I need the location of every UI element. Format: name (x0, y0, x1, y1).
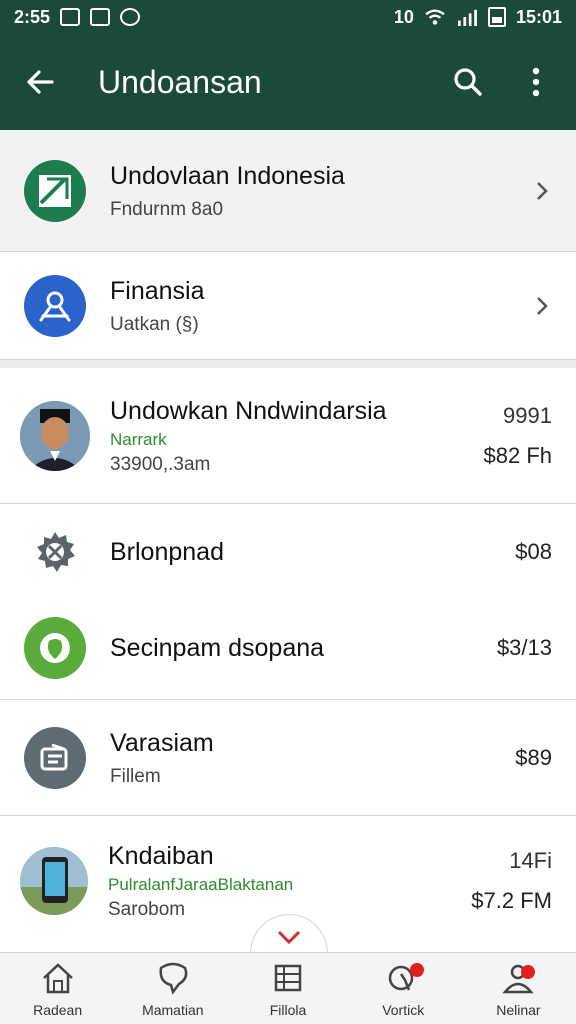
list-item[interactable]: Secinpam dsopana $3/13 (0, 600, 576, 696)
item-tag: PulralanfJaraaBlaktanan (108, 874, 294, 894)
nav-label: Mamatian (142, 1001, 204, 1018)
nav-home[interactable]: Radean (0, 953, 115, 1024)
item-title: Secinpam dsopana (110, 633, 325, 662)
home-icon (42, 962, 73, 993)
item-title: Undowkan Nndwindarsia (110, 396, 387, 425)
item-title: Varasiam (110, 728, 214, 757)
status-right-time: 15:01 (515, 6, 562, 27)
nav-files[interactable]: Fillola (230, 953, 345, 1024)
status-bar: 2:55 10 15:01 (0, 0, 576, 34)
item-amount: $7.2 FM (471, 888, 552, 913)
circle-leaf-icon (24, 617, 86, 679)
person-photo (20, 401, 90, 471)
item-amount-top: 14Fi (509, 848, 552, 873)
item-title: Undovlaan Indonesia (110, 161, 345, 190)
chevron-right-icon (537, 182, 548, 200)
wallet-icon (24, 727, 86, 789)
list-group: Brlonpnad $08 Secinpam dsopana $3/13 (0, 504, 576, 700)
page-title: Undoansan (98, 63, 262, 100)
nav-notifications[interactable]: Vortick (346, 953, 461, 1024)
chevron-down-icon (277, 930, 301, 945)
back-button[interactable] (16, 58, 64, 106)
search-button[interactable] (444, 58, 492, 106)
item-title: Finansia (110, 276, 205, 305)
item-subtitle: Fndurnm 8a0 (110, 198, 224, 220)
nav-profile[interactable]: Nelinar (461, 953, 576, 1024)
nav-messages[interactable]: Mamatian (115, 953, 230, 1024)
status-time: 2:55 (14, 6, 51, 27)
item-amount: $3/13 (496, 635, 552, 660)
nav-label: Nelinar (496, 1001, 541, 1018)
wifi-icon (425, 9, 445, 25)
item-title: Kndaiban (108, 841, 214, 870)
nav-label: Vortick (382, 1001, 425, 1018)
bottom-nav: Radean Mamatian Fillola Vortick Nelinar (0, 952, 576, 1024)
notification-badge (409, 963, 424, 977)
item-subtitle: 33900,.3am (110, 453, 211, 475)
document-check-icon (24, 160, 86, 222)
list-item[interactable]: Undovlaan Indonesia Fndurnm 8a0 (0, 130, 576, 252)
list-item[interactable]: Varasiam Fillem $89 (0, 700, 576, 816)
list-item[interactable]: Finansia Uatkan (§) (0, 252, 576, 360)
more-vert-icon (532, 67, 540, 97)
message-icon (120, 8, 141, 26)
gear-tools-icon (24, 521, 86, 583)
chat-bubble-icon (159, 962, 188, 995)
arrow-left-icon (27, 70, 54, 94)
item-subtitle: Uatkan (§) (110, 313, 199, 335)
more-options-button[interactable] (512, 58, 560, 106)
nav-label: Fillola (269, 1001, 307, 1018)
notification-icon (90, 8, 111, 26)
battery-icon (487, 7, 506, 27)
nav-label: Radean (33, 1001, 83, 1018)
signal-icon (457, 9, 477, 26)
list-item[interactable]: Undowkan Nndwindarsia Narrark 33900,.3am… (0, 368, 576, 504)
status-indicator: 10 (393, 6, 414, 27)
item-tag: Narrark (110, 429, 167, 449)
item-amount: $89 (515, 745, 552, 770)
chevron-right-icon (537, 297, 548, 315)
item-title: Brlonpnad (110, 537, 224, 566)
divider (0, 360, 576, 368)
person-connect-icon (24, 275, 86, 337)
content-list: Undovlaan Indonesia Fndurnm 8a0 Finansia… (0, 130, 576, 952)
photo-icon (60, 8, 81, 26)
profile-badge (520, 965, 535, 979)
app-bar: Undoansan (0, 34, 576, 130)
list-item[interactable]: Brlonpnad $08 (0, 504, 576, 600)
item-subtitle: Fillem (110, 765, 161, 787)
search-icon (454, 68, 482, 96)
list-icon (274, 964, 302, 991)
item-amount: $08 (515, 539, 552, 564)
item-amount: $82 Fh (483, 443, 553, 468)
phone-photo (20, 847, 88, 915)
item-amount-top: 9991 (503, 403, 552, 428)
